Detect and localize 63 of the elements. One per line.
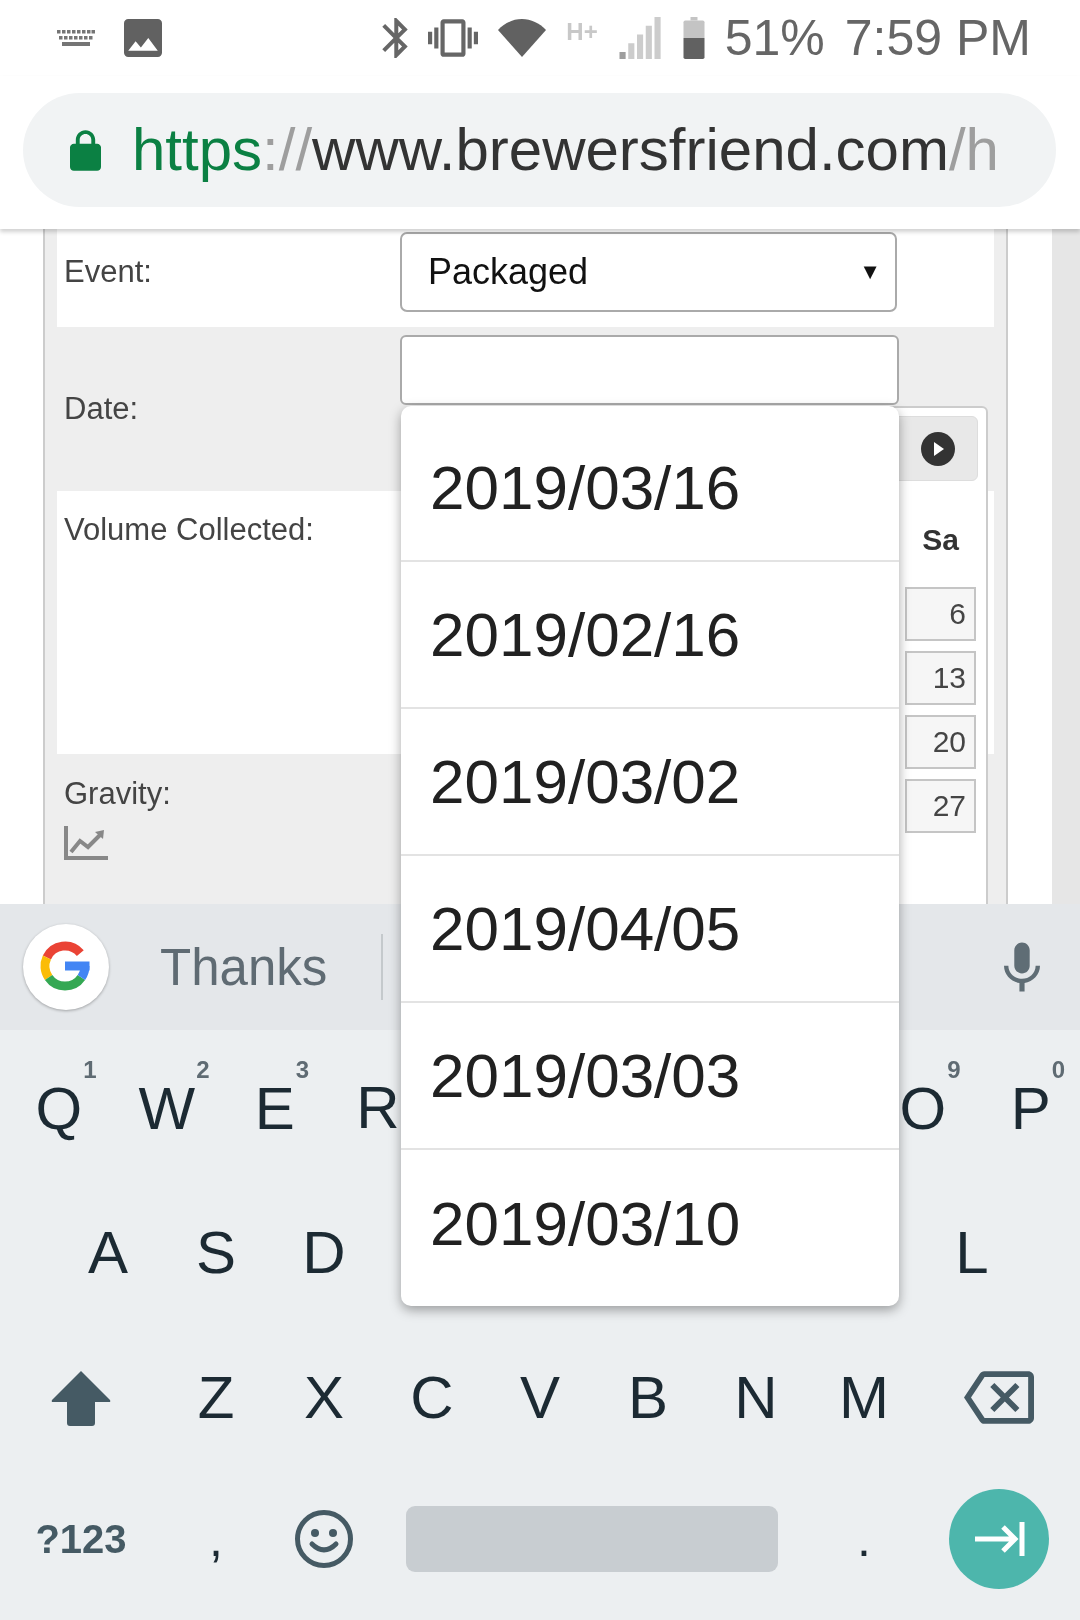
image-icon [124,19,162,57]
punctuation-key[interactable]: , [209,1508,223,1569]
key-hint: 9 [947,1055,961,1084]
weekday-label: Sa [921,522,960,558]
key[interactable]: W 2 [114,1055,210,1144]
key[interactable]: C [410,1362,454,1433]
menu-item[interactable]: 2019/03/16 [401,415,899,562]
line-chart-icon[interactable] [64,826,108,860]
address-bar[interactable]: https://www.brewersfriend.com/h [23,93,1056,207]
key-hint: 2 [196,1055,210,1084]
key[interactable]: V [520,1362,560,1433]
punctuation-key[interactable]: . [857,1508,871,1569]
bluetooth-icon [382,18,409,58]
date-field[interactable] [400,335,899,405]
menu-item[interactable]: 2019/02/16 [401,562,899,709]
key[interactable]: L [955,1217,989,1288]
calendar-day[interactable]: 20 [905,715,976,769]
menu-item[interactable]: 2019/03/10 [401,1150,899,1297]
key[interactable]: B [628,1362,668,1433]
next-icon[interactable] [921,431,955,466]
shift-icon[interactable] [50,1368,112,1427]
event-select[interactable]: Packaged ▼ [400,232,897,312]
wifi-icon [498,19,547,57]
battery-percent: 51% [724,9,825,68]
key[interactable]: N [734,1362,778,1433]
key[interactable]: A [88,1217,128,1288]
arrow-to-bar-icon[interactable] [949,1488,1049,1589]
smiley-icon[interactable] [295,1509,353,1568]
lock-icon [70,129,101,171]
battery-icon [682,17,705,59]
field-label: Date: [63,390,140,428]
key[interactable]: D [302,1217,346,1288]
g-logo-icon[interactable] [23,924,109,1010]
field-label: Event: [63,253,153,291]
keyboard-icon [57,30,95,46]
symbols-key[interactable]: ?123 [35,1513,127,1564]
key[interactable]: Z [197,1362,235,1433]
key-hint: 1 [83,1055,97,1084]
key[interactable]: M [839,1362,889,1433]
key[interactable]: E 3 [230,1055,310,1144]
signal-icon [617,17,663,59]
key[interactable]: S [196,1217,236,1288]
calendar-day[interactable]: 13 [905,651,976,705]
key-hint: 3 [295,1055,310,1084]
calendar-day[interactable]: 27 [905,779,976,833]
vibrate-icon [428,19,479,57]
calendar-day[interactable]: 6 [905,587,976,641]
microphone-icon[interactable] [1004,942,1040,992]
url-text: https://www.brewersfriend.com/h [132,115,999,185]
key[interactable]: X [304,1362,344,1433]
field-label: Volume Collected: [63,511,315,549]
key[interactable]: P 0 [986,1055,1066,1144]
clock-time: 7:59 PM [844,9,1031,68]
key[interactable]: R [356,1072,400,1143]
key-hint: 0 [1051,1055,1066,1084]
suggestion-text[interactable]: Thanks [160,937,328,997]
field-label: Gravity: [63,775,171,813]
backspace-icon[interactable] [964,1371,1034,1424]
menu-item[interactable]: 2019/03/02 [401,709,899,856]
caret-icon: ▼ [859,259,881,285]
key[interactable]: Q 1 [11,1055,97,1144]
menu-item[interactable]: 2019/04/05 [401,856,899,1003]
menu-item[interactable]: 2019/03/03 [401,1003,899,1150]
